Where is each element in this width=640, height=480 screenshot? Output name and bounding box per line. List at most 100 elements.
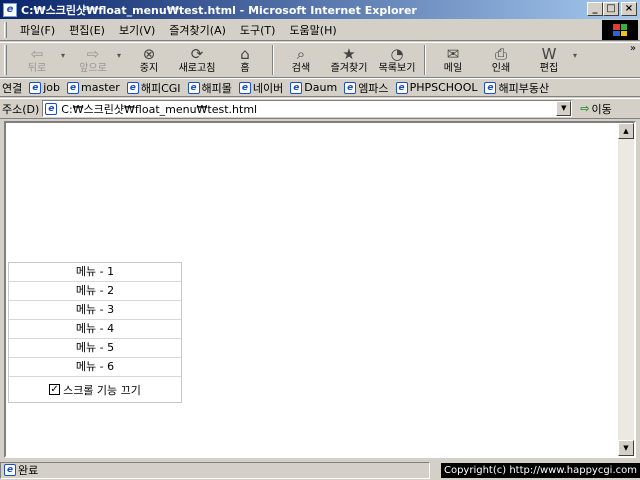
mail-button[interactable]: ✉ 메일	[429, 43, 477, 77]
toolbar-separator	[272, 45, 274, 75]
page-icon: e	[290, 81, 303, 94]
forward-dropdown-icon[interactable]: ▾	[117, 43, 125, 60]
link-label: PHPSCHOOL	[409, 81, 478, 94]
menu-favorites[interactable]: 즐겨찾기(A)	[162, 22, 233, 38]
link-happycgi[interactable]: e 해피CGI	[124, 80, 185, 96]
scroll-down-icon[interactable]: ▼	[618, 440, 634, 456]
link-label: 해피부동산	[498, 81, 550, 95]
standard-toolbar: ⇦ 뒤로 ▾ ⇨ 앞으로 ▾ ⊗ 중지 ⟳ 새로고침 ⌂ 홈 ⌕ 검색 ★ 즐겨…	[0, 42, 640, 78]
float-menu-item-1[interactable]: 메뉴 - 1	[9, 263, 181, 282]
link-phpschool[interactable]: e PHPSCHOOL	[393, 81, 482, 94]
link-label: 네이버	[252, 81, 284, 95]
favorites-icon: ★	[342, 45, 356, 63]
forward-button[interactable]: ⇨ 앞으로	[69, 43, 117, 77]
link-happyrealestate[interactable]: e 해피부동산	[481, 80, 553, 96]
scroll-toggle-checkbox[interactable]: ✓	[49, 384, 61, 395]
back-label: 뒤로	[27, 63, 47, 74]
print-button[interactable]: ⎙ 인쇄	[477, 43, 525, 77]
favorites-label: 즐겨찾기	[330, 63, 368, 74]
forward-label: 앞으로	[79, 63, 107, 74]
scroll-up-icon[interactable]: ▲	[618, 123, 634, 139]
link-daum[interactable]: e Daum	[287, 81, 341, 94]
edit-button[interactable]: W 편집	[525, 43, 573, 77]
mail-icon: ✉	[446, 45, 460, 63]
minimize-button[interactable]: _	[587, 2, 603, 16]
link-naver[interactable]: e 네이버	[236, 80, 287, 96]
print-label: 인쇄	[491, 63, 511, 74]
menu-file[interactable]: 파일(F)	[13, 22, 62, 38]
mail-label: 메일	[443, 63, 463, 74]
vertical-scrollbar[interactable]: ▲ ▼	[618, 123, 634, 456]
menu-view[interactable]: 보기(V)	[112, 22, 162, 38]
page-icon: e	[45, 102, 58, 115]
links-bar: 연결 e job e master e 해피CGI e 해피몰 e 네이버 e Daum e…	[0, 78, 640, 97]
home-icon: ⌂	[240, 45, 250, 63]
link-master[interactable]: e master	[64, 81, 124, 94]
close-button[interactable]: ×	[621, 2, 637, 16]
stop-button[interactable]: ⊗ 중지	[125, 43, 173, 77]
link-label: job	[43, 81, 61, 94]
maximize-button[interactable]: □	[603, 2, 619, 16]
float-menu-item-3[interactable]: 메뉴 - 3	[9, 301, 181, 320]
link-job[interactable]: e job	[26, 81, 64, 94]
address-dropdown-icon[interactable]: ▼	[556, 101, 572, 116]
menu-help[interactable]: 도움말(H)	[282, 22, 343, 38]
back-dropdown-icon[interactable]: ▾	[61, 43, 69, 60]
go-label: 이동	[591, 102, 612, 116]
float-menu-item-2[interactable]: 메뉴 - 2	[9, 282, 181, 301]
page-icon: e	[187, 81, 200, 94]
history-button[interactable]: ◔ 목록보기	[373, 43, 421, 77]
menu-tools[interactable]: 도구(T)	[233, 22, 283, 38]
links-label: 연결	[2, 81, 23, 95]
go-arrow-icon: ⇨	[580, 102, 590, 115]
link-label: master	[81, 81, 120, 94]
home-button[interactable]: ⌂ 홈	[221, 43, 269, 77]
toolbar-separator	[424, 45, 426, 75]
history-icon: ◔	[390, 45, 404, 63]
forward-arrow-icon: ⇨	[86, 45, 100, 63]
stop-icon: ⊗	[142, 45, 156, 63]
float-menu-item-4[interactable]: 메뉴 - 4	[9, 320, 181, 339]
home-label: 홈	[240, 63, 250, 74]
print-icon: ⎙	[494, 45, 507, 63]
toolbar-more-icon[interactable]: »	[630, 43, 636, 54]
windows-logo-icon	[602, 20, 638, 40]
favorites-button[interactable]: ★ 즐겨찾기	[325, 43, 373, 77]
page-icon: e	[126, 81, 139, 94]
back-button[interactable]: ⇦ 뒤로	[13, 43, 61, 77]
float-menu: 메뉴 - 1 메뉴 - 2 메뉴 - 3 메뉴 - 4 메뉴 - 5 메뉴 - …	[8, 262, 182, 403]
edit-label: 편집	[539, 63, 559, 74]
link-label: 해피CGI	[140, 81, 181, 95]
link-label: 해피몰	[201, 81, 232, 95]
scroll-toggle-label: 스크롤 기능 끄기	[63, 383, 141, 397]
page-icon: e	[344, 81, 357, 94]
title-bar: e C:₩스크린샷₩float_menu₩test.html - Microso…	[0, 0, 640, 19]
menu-edit[interactable]: 편집(E)	[62, 22, 112, 38]
page-content: 메뉴 - 1 메뉴 - 2 메뉴 - 3 메뉴 - 4 메뉴 - 5 메뉴 - …	[4, 121, 636, 458]
status-text: 완료	[18, 464, 39, 477]
stop-label: 중지	[139, 63, 159, 74]
address-bar: 주소(D) e C:₩스크린샷₩float_menu₩test.html ▼ ⇨…	[0, 98, 640, 119]
menu-bar: 파일(F) 편집(E) 보기(V) 즐겨찾기(A) 도구(T) 도움말(H)	[0, 19, 640, 41]
page-icon: e	[29, 81, 42, 94]
status-section: e 완료	[0, 461, 430, 479]
search-icon: ⌕	[296, 45, 306, 63]
address-label: 주소(D)	[2, 102, 40, 116]
refresh-button[interactable]: ⟳ 새로고침	[173, 43, 221, 77]
page-icon: e	[238, 81, 251, 94]
back-arrow-icon: ⇦	[30, 45, 44, 63]
scroll-toggle-option[interactable]: ✓ 스크롤 기능 끄기	[9, 377, 181, 402]
float-menu-item-5[interactable]: 메뉴 - 5	[9, 339, 181, 358]
search-button[interactable]: ⌕ 검색	[277, 43, 325, 77]
refresh-label: 새로고침	[178, 63, 216, 74]
address-value: C:₩스크린샷₩float_menu₩test.html	[61, 102, 258, 116]
edit-dropdown-icon[interactable]: ▾	[573, 43, 581, 60]
link-happymall[interactable]: e 해피몰	[185, 80, 236, 96]
page-icon: e	[4, 464, 16, 476]
go-button[interactable]: ⇨ 이동	[580, 101, 611, 117]
menu-grip	[4, 21, 7, 38]
link-empas[interactable]: e 엠파스	[341, 80, 392, 96]
float-menu-item-6[interactable]: 메뉴 - 6	[9, 358, 181, 377]
page-icon: e	[395, 81, 408, 94]
address-input[interactable]: e C:₩스크린샷₩float_menu₩test.html ▼	[42, 100, 573, 117]
